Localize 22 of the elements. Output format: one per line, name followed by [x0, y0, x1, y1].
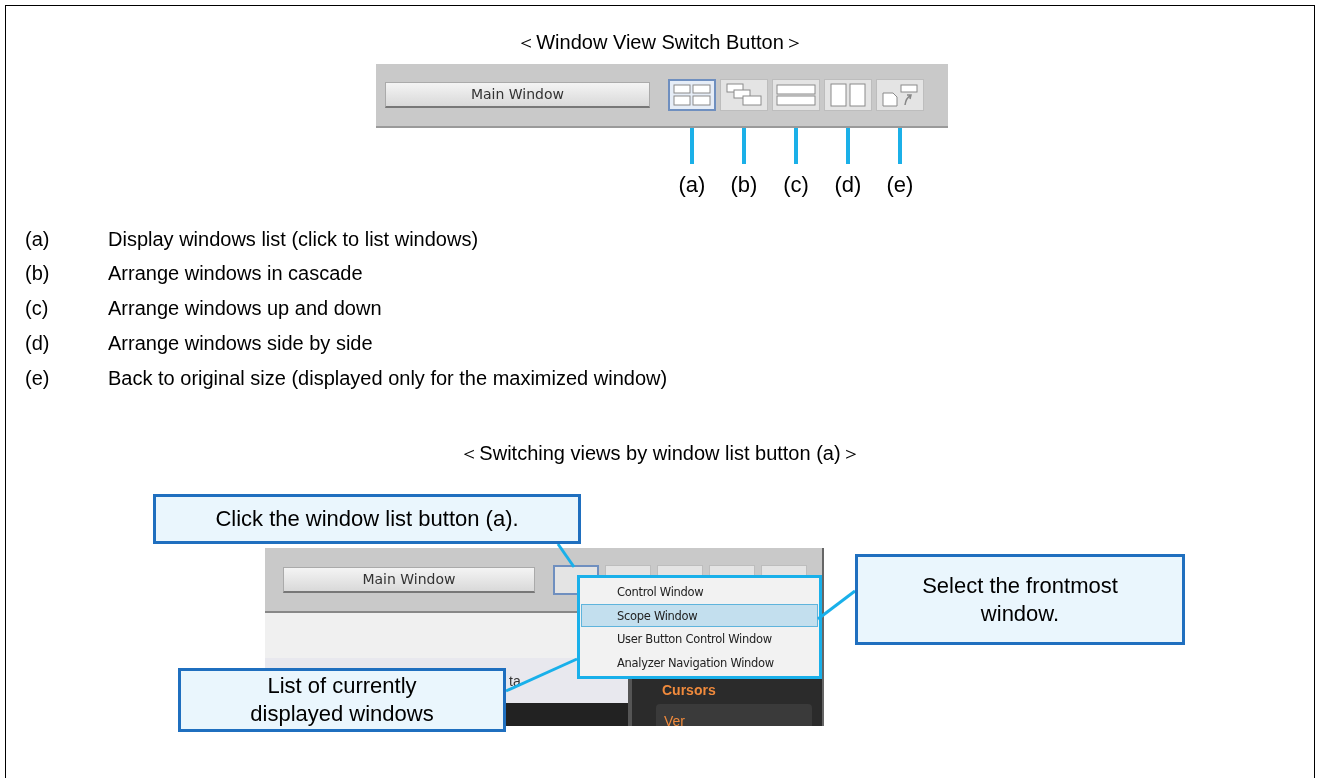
legend-key: (c): [25, 291, 108, 326]
callout-box: Click the window list button (a).: [153, 494, 581, 545]
callout-label: (a): [678, 171, 706, 198]
callout-box: List of currently displayed windows: [178, 668, 506, 733]
callout-label: (e): [886, 171, 914, 198]
callout-box: Select the frontmost window.: [855, 554, 1185, 646]
legend-key: (b): [25, 256, 108, 292]
legend-text: Arrange windows up and down: [108, 296, 382, 322]
legend-text: Back to original size (displayed only for the maximized window): [108, 365, 668, 391]
legend-key: (d): [25, 325, 108, 361]
callout-label: (b): [730, 171, 758, 198]
section-title: ＜Switching views by window list button (a)＞: [459, 441, 861, 466]
callout-label: (d): [834, 171, 862, 198]
section-title: ＜Window View Switch Button＞: [516, 30, 804, 54]
cursors-heading: Cursors: [662, 682, 717, 699]
legend-key: (a): [25, 221, 108, 257]
legend-text: Arrange windows side by side: [108, 330, 373, 356]
callout-label: (c): [783, 171, 809, 198]
legend-text: Arrange windows in cascade: [108, 261, 363, 287]
legend-key: (e): [25, 360, 108, 396]
legend-text: Display windows list (click to list windows): [108, 226, 479, 252]
ver-label: Ver: [664, 713, 685, 727]
